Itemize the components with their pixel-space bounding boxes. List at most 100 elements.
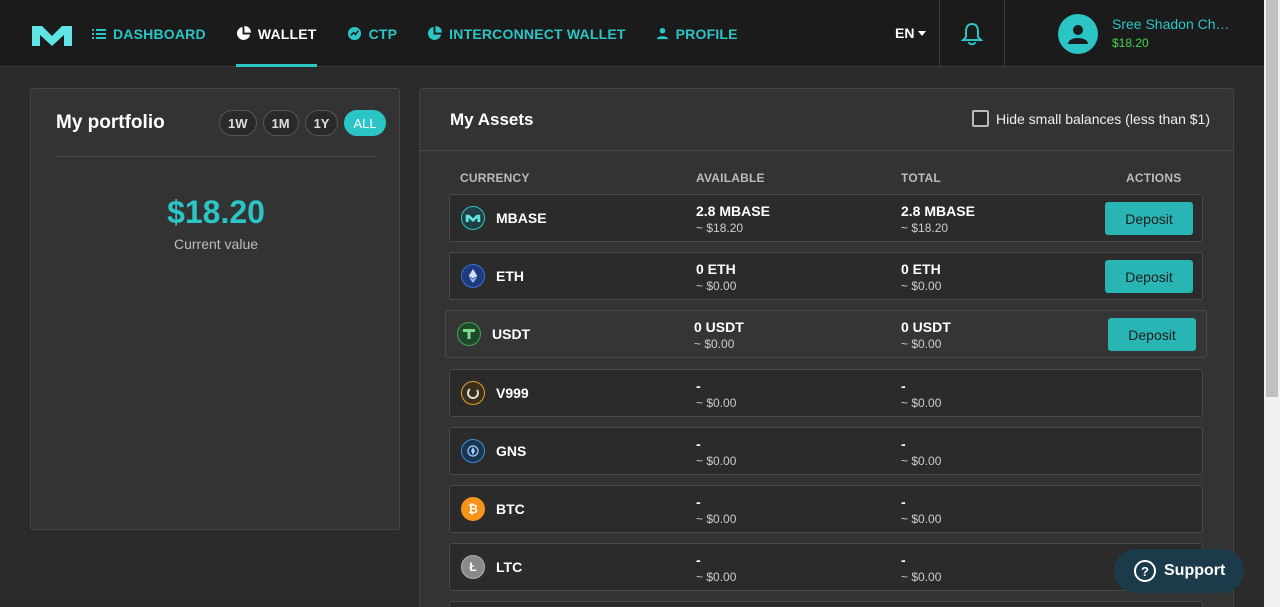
column-header-available: AVAILABLE xyxy=(696,171,765,185)
asset-available-usd: ~ $0.00 xyxy=(694,337,735,351)
mbase-logo-icon[interactable] xyxy=(30,22,74,48)
deposit-button-eth[interactable]: Deposit xyxy=(1105,260,1193,293)
asset-name: USDT xyxy=(492,326,531,342)
bitcoin-symbol: ₿ xyxy=(468,502,478,516)
asset-available: - xyxy=(696,552,701,568)
assets-card: My Assets Hide small balances (less than… xyxy=(419,88,1234,607)
asset-total-usd: ~ $0.00 xyxy=(901,454,942,468)
usdt-coin-icon xyxy=(457,322,481,346)
ltc-coin-icon: Ł xyxy=(461,555,485,579)
asset-row-usdt[interactable]: USDT 0 USDT ~ $0.00 0 USDT ~ $0.00 Depos… xyxy=(445,310,1207,358)
range-1m-button[interactable]: 1M xyxy=(262,110,299,136)
nav-wallet[interactable]: WALLET xyxy=(235,0,317,67)
deposit-button-mbase[interactable]: Deposit xyxy=(1105,202,1193,235)
nav-ctp[interactable]: CTP xyxy=(347,0,398,67)
asset-row-gns[interactable]: GNS - ~ $0.00 - ~ $0.00 xyxy=(449,427,1203,475)
range-all-button[interactable]: ALL xyxy=(344,110,386,136)
asset-available-usd: ~ $0.00 xyxy=(696,396,737,410)
asset-row-partial[interactable] xyxy=(449,601,1203,607)
asset-total-usd: ~ $0.00 xyxy=(901,570,942,584)
asset-name: ETH xyxy=(496,268,524,284)
range-1y-button[interactable]: 1Y xyxy=(304,110,339,136)
hide-small-balances-toggle[interactable]: Hide small balances (less than $1) xyxy=(972,110,1210,127)
asset-available: 0 ETH xyxy=(696,261,736,277)
gns-coin-icon xyxy=(461,439,485,463)
asset-total: - xyxy=(901,552,906,568)
asset-name: V999 xyxy=(496,385,529,401)
hide-small-checkbox[interactable] xyxy=(972,110,989,127)
asset-row-mbase[interactable]: MBASE 2.8 MBASE ~ $18.20 2.8 MBASE ~ $18… xyxy=(449,194,1203,242)
portfolio-card: My portfolio 1W 1M 1Y ALL $18.20 Current… xyxy=(30,88,400,530)
asset-name: BTC xyxy=(496,501,525,517)
asset-available: - xyxy=(696,494,701,510)
hide-small-label: Hide small balances (less than $1) xyxy=(996,110,1210,127)
divider xyxy=(56,156,376,157)
help-icon: ? xyxy=(1134,560,1156,582)
v999-coin-icon xyxy=(461,381,485,405)
notification-bell-icon[interactable] xyxy=(960,22,984,51)
main-nav: DASHBOARD WALLET CTP INTERCONNECT WALLET… xyxy=(92,0,768,67)
asset-row-btc[interactable]: ₿ BTC - ~ $0.00 - ~ $0.00 xyxy=(449,485,1203,533)
asset-total-usd: ~ $0.00 xyxy=(901,396,942,410)
range-selector: 1W 1M 1Y ALL xyxy=(219,110,392,136)
chevron-down-icon xyxy=(918,30,927,36)
asset-total-usd: ~ $0.00 xyxy=(901,279,942,293)
nav-dashboard[interactable]: DASHBOARD xyxy=(92,0,206,67)
support-button[interactable]: ? Support xyxy=(1114,549,1244,593)
language-selector[interactable]: EN xyxy=(895,25,927,41)
assets-title: My Assets xyxy=(450,110,534,129)
asset-available-usd: ~ $0.00 xyxy=(696,570,737,584)
asset-name: GNS xyxy=(496,443,527,459)
asset-name: LTC xyxy=(496,559,523,575)
nav-profile-label: PROFILE xyxy=(675,25,738,42)
portfolio-value-label: Current value xyxy=(173,236,259,252)
user-balance: $18.20 xyxy=(1112,36,1149,50)
deposit-button-usdt[interactable]: Deposit xyxy=(1108,318,1196,351)
asset-available-usd: ~ $0.00 xyxy=(696,279,737,293)
asset-available: - xyxy=(696,378,701,394)
divider xyxy=(420,150,1233,151)
asset-available-usd: ~ $0.00 xyxy=(696,454,737,468)
user-icon xyxy=(1068,25,1088,44)
column-header-currency: CURRENCY xyxy=(460,171,530,185)
portfolio-value: $18.20 xyxy=(167,194,265,230)
support-label: Support xyxy=(1164,562,1226,579)
asset-available-usd: ~ $0.00 xyxy=(696,512,737,526)
scrollbar-thumb[interactable] xyxy=(1266,0,1278,397)
asset-row-ltc[interactable]: Ł LTC - ~ $0.00 - ~ $0.00 xyxy=(449,543,1203,591)
asset-total: - xyxy=(901,378,906,394)
asset-row-eth[interactable]: ETH 0 ETH ~ $0.00 0 ETH ~ $0.00 Deposit xyxy=(449,252,1203,300)
language-label: EN xyxy=(895,25,915,41)
asset-total: 0 ETH xyxy=(901,261,941,277)
pie-chart-icon xyxy=(236,26,251,41)
nav-ctp-label: CTP xyxy=(368,25,398,42)
nav-dashboard-label: DASHBOARD xyxy=(113,25,206,42)
nav-wallet-label: WALLET xyxy=(257,25,317,42)
list-icon xyxy=(92,28,106,40)
asset-row-v999[interactable]: V999 - ~ $0.00 - ~ $0.00 xyxy=(449,369,1203,417)
nav-divider xyxy=(939,0,940,67)
column-header-total: TOTAL xyxy=(901,171,941,185)
range-1w-button[interactable]: 1W xyxy=(219,110,257,136)
eth-coin-icon xyxy=(461,264,485,288)
asset-total: 2.8 MBASE xyxy=(901,203,975,219)
nav-divider xyxy=(1004,0,1005,67)
asset-available-usd: ~ $18.20 xyxy=(696,221,744,235)
asset-total: - xyxy=(901,494,906,510)
asset-name: MBASE xyxy=(496,210,547,226)
asset-available: 2.8 MBASE xyxy=(696,203,770,219)
asset-total-usd: ~ $18.20 xyxy=(901,221,949,235)
user-name[interactable]: Sree Shadon Chakraborty xyxy=(1112,16,1237,32)
portfolio-title: My portfolio xyxy=(56,112,165,133)
column-header-actions: ACTIONS xyxy=(1126,171,1182,185)
asset-available: - xyxy=(696,436,701,452)
nav-profile[interactable]: PROFILE xyxy=(656,0,738,67)
ctp-icon xyxy=(347,26,362,41)
asset-available: 0 USDT xyxy=(694,319,744,335)
avatar[interactable] xyxy=(1058,14,1098,54)
asset-total: 0 USDT xyxy=(901,319,951,335)
top-navbar: DASHBOARD WALLET CTP INTERCONNECT WALLET… xyxy=(0,0,1264,67)
pie-chart-icon xyxy=(427,26,443,41)
nav-interconnect-wallet[interactable]: INTERCONNECT WALLET xyxy=(427,0,625,67)
person-icon xyxy=(656,27,669,40)
